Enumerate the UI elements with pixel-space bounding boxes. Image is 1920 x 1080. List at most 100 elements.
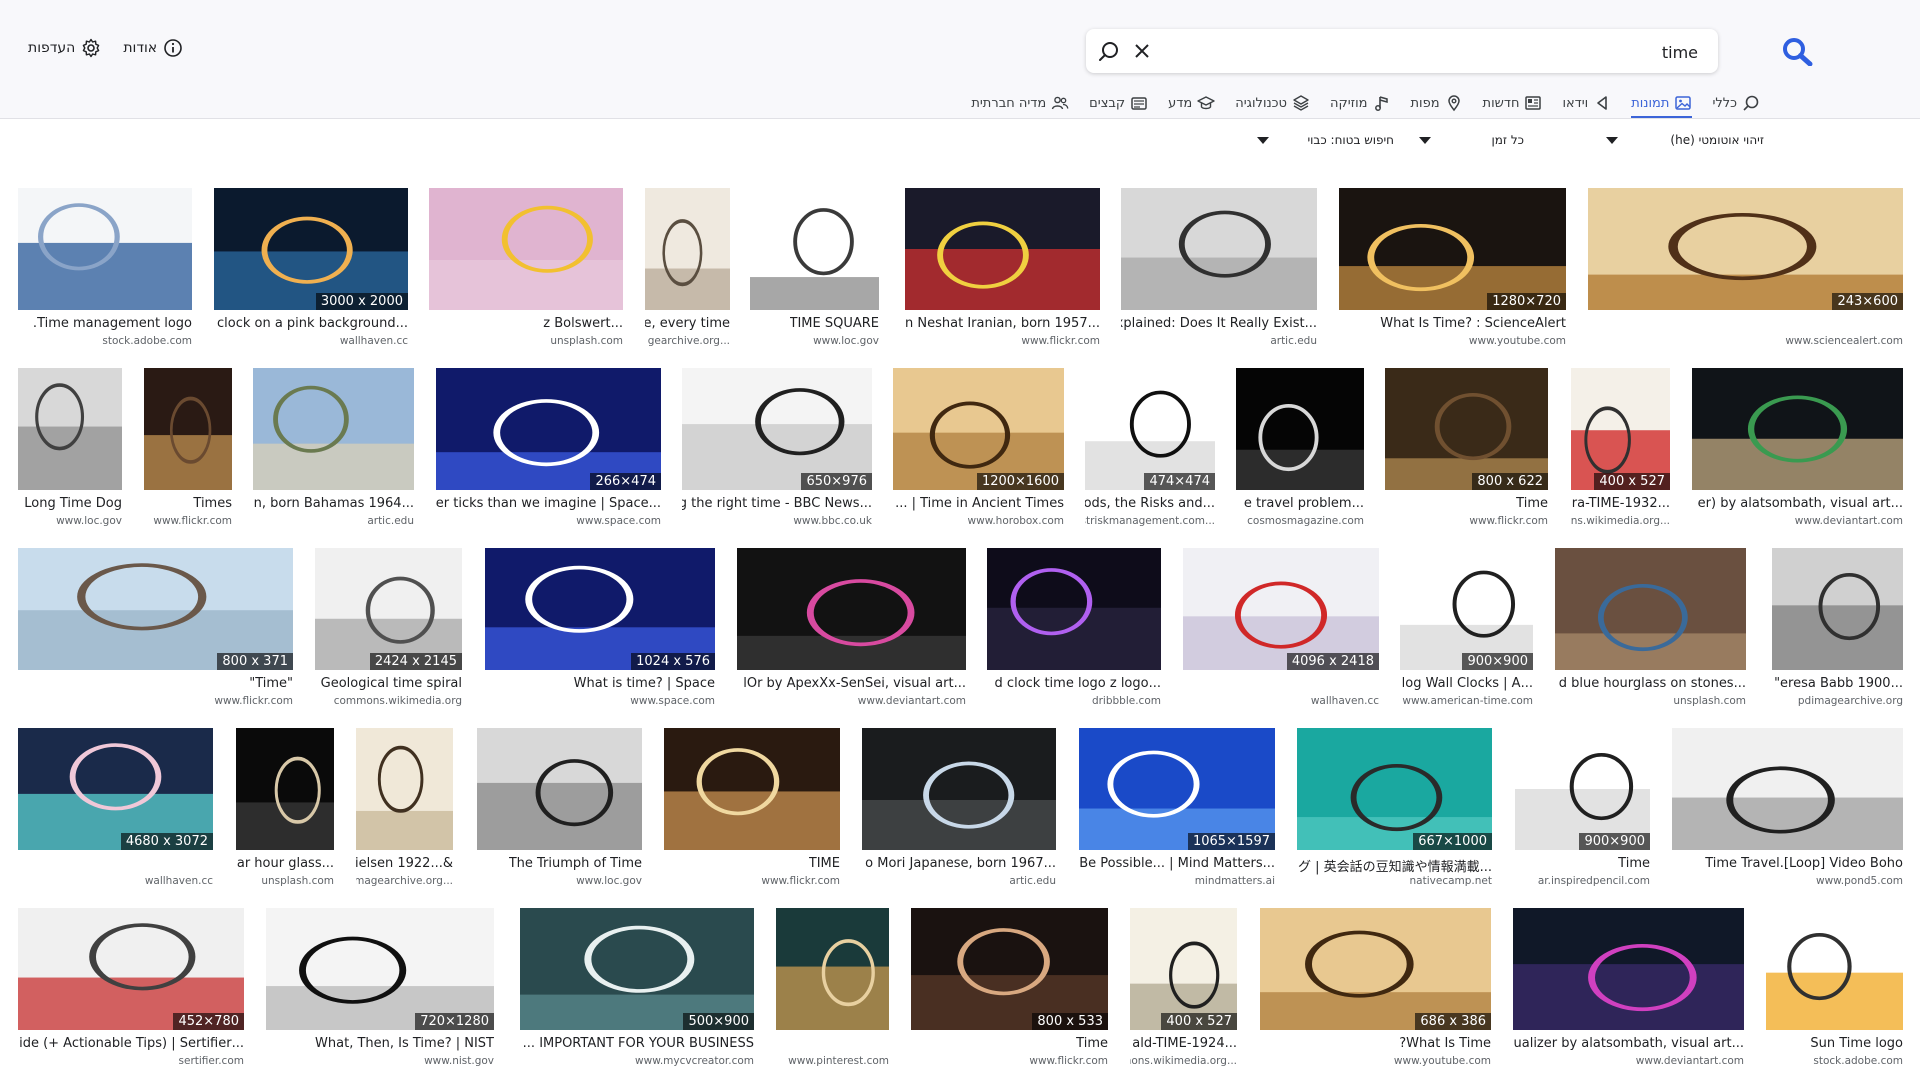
image-result[interactable]: 2424 x 2145 Geological time spiral commons… xyxy=(315,548,462,716)
image-result[interactable]: ...n Neshat Iranian, born 1957 www.flickr… xyxy=(905,188,1100,356)
image-thumbnail[interactable]: 1200×1600 xyxy=(893,368,1064,490)
image-thumbnail[interactable]: 667×1000 xyxy=(1297,728,1492,850)
image-result[interactable]: 800 x 533 Time www.flickr.com xyxy=(911,908,1108,1076)
image-title[interactable]: Times xyxy=(193,496,232,511)
image-thumbnail[interactable] xyxy=(987,548,1161,670)
image-result[interactable]: ...e travel problem cosmosmagazine.com xyxy=(1236,368,1364,536)
image-thumbnail[interactable]: 2424 x 2145 xyxy=(315,548,462,670)
image-result[interactable]: 1280×720 What Is Time? : ScienceAlert www.… xyxy=(1339,188,1566,356)
image-thumbnail[interactable] xyxy=(1236,368,1364,490)
image-thumbnail[interactable]: 500×900 xyxy=(520,908,754,1030)
image-title[interactable]: ...d clock time logo z logo xyxy=(995,676,1161,691)
image-thumbnail[interactable] xyxy=(645,188,730,310)
image-thumbnail[interactable] xyxy=(1555,548,1746,670)
image-thumbnail[interactable]: 452×780 xyxy=(18,908,244,1030)
image-result[interactable]: 400 x 527 ...ra-TIME-1932 ...ons.wikimedia… xyxy=(1571,368,1670,536)
image-title[interactable]: What, Then, Is Time? | NIST xyxy=(315,1036,494,1051)
image-result[interactable]: 1024 x 576 What is time? | Space www.space… xyxy=(485,548,715,716)
image-title[interactable]: Sun Time logo xyxy=(1810,1036,1903,1051)
image-title[interactable]: time, every time ... xyxy=(645,316,730,331)
image-title[interactable]: ...er) by alatsombath, visual art xyxy=(1698,496,1903,511)
image-thumbnail[interactable] xyxy=(737,548,966,670)
image-thumbnail[interactable] xyxy=(1121,188,1317,310)
image-title[interactable]: ...ra-TIME-1932 xyxy=(1572,496,1670,511)
image-thumbnail[interactable] xyxy=(862,728,1056,850)
image-thumbnail[interactable] xyxy=(253,368,414,490)
image-title[interactable]: ...d blue hourglass on stones xyxy=(1559,676,1746,691)
image-thumbnail[interactable] xyxy=(1772,548,1903,670)
image-title[interactable]: ...lOr by ApexXx-SenSei, visual art xyxy=(743,676,966,691)
image-result[interactable]: www.pinterest.com xyxy=(776,908,889,1076)
image-title[interactable]: Time in Ancient Times | ... xyxy=(895,496,1064,511)
image-result[interactable]: 4680 x 3072 wallhaven.cc xyxy=(18,728,213,896)
image-title[interactable]: ...e Explained: Does It Really Exist xyxy=(1121,316,1317,331)
image-result[interactable]: ...e Explained: Does It Really Exist arti… xyxy=(1121,188,1317,356)
image-title[interactable]: ...o Mori Japanese, born 1967 xyxy=(865,856,1056,871)
image-title[interactable]: What Is Time? xyxy=(1399,1036,1491,1051)
image-title[interactable]: ...e travel problem xyxy=(1244,496,1364,511)
image-result[interactable]: 900×900 ...log Wall Clocks | A www.america… xyxy=(1400,548,1533,716)
image-thumbnail[interactable]: 1065×1597 xyxy=(1079,728,1275,850)
image-thumbnail[interactable] xyxy=(750,188,879,310)
image-title[interactable]: ...n, born Bahamas 1964 xyxy=(254,496,414,511)
image-result[interactable]: 900×900 Time ar.inspiredpencil.com xyxy=(1515,728,1650,896)
image-thumbnail[interactable] xyxy=(664,728,840,850)
image-result[interactable]: 3000 x 2000 ...clock on a pink background… xyxy=(214,188,408,356)
image-title[interactable]: The Triumph of Time xyxy=(509,856,642,871)
image-result[interactable]: ...d blue hourglass on stones unsplash.co… xyxy=(1555,548,1746,716)
image-thumbnail[interactable]: 1024 x 576 xyxy=(485,548,715,670)
image-title[interactable]: ...ide (+ Actionable Tips) | Sertifier xyxy=(19,1036,244,1051)
image-thumbnail[interactable]: 4680 x 3072 xyxy=(18,728,213,850)
image-title[interactable]: Time Travel.[Loop] Video Boho xyxy=(1705,856,1903,871)
image-thumbnail[interactable]: 900×900 xyxy=(1515,728,1650,850)
image-result[interactable]: ...z Bolswert unsplash.com xyxy=(429,188,623,356)
image-thumbnail[interactable]: 686 x 386 xyxy=(1260,908,1491,1030)
image-title[interactable]: Geological time spiral xyxy=(321,676,462,691)
image-result[interactable]: 400 x 527 ...ald-TIME-1924 ...mons.wikimed… xyxy=(1130,908,1237,1076)
image-result[interactable]: Time management logo. stock.adobe.com xyxy=(18,188,192,356)
image-thumbnail[interactable] xyxy=(1513,908,1744,1030)
image-thumbnail[interactable] xyxy=(144,368,232,490)
image-title[interactable]: ...clock on a pink background xyxy=(217,316,408,331)
image-title[interactable]: ...ald-TIME-1924 xyxy=(1132,1036,1237,1051)
image-result[interactable]: ...lOr by ApexXx-SenSei, visual art www.d… xyxy=(737,548,966,716)
image-result[interactable]: 243×600 www.sciencealert.com xyxy=(1588,188,1903,356)
image-title[interactable]: Time xyxy=(1516,496,1548,511)
image-title[interactable]: TIME SQUARE xyxy=(790,316,879,331)
image-thumbnail[interactable]: 400 x 527 xyxy=(1571,368,1670,490)
image-result[interactable]: ...n, born Bahamas 1964 artic.edu xyxy=(253,368,414,536)
image-title[interactable]: Time xyxy=(1076,1036,1108,1051)
image-thumbnail[interactable] xyxy=(1672,728,1903,850)
image-title[interactable]: Long Time Dog xyxy=(24,496,122,511)
image-title[interactable]: ...z Bolswert xyxy=(543,316,623,331)
image-title[interactable]: TIME xyxy=(809,856,840,871)
image-result[interactable]: 474×474 ...ods, the Risks and ...striskman… xyxy=(1085,368,1215,536)
image-result[interactable]: Sun Time logo stock.adobe.com xyxy=(1766,908,1903,1076)
image-thumbnail[interactable] xyxy=(18,368,122,490)
image-thumbnail[interactable] xyxy=(1692,368,1903,490)
image-result[interactable]: Time Travel.[Loop] Video Boho www.pond5.c… xyxy=(1672,728,1903,896)
image-title[interactable]: ...log Wall Clocks | A xyxy=(1402,676,1533,691)
image-title[interactable]: Time management logo. xyxy=(33,316,192,331)
image-result[interactable]: ...ualizer by alatsombath, visual art www… xyxy=(1513,908,1744,1076)
image-thumbnail[interactable] xyxy=(18,188,192,310)
image-thumbnail[interactable] xyxy=(429,188,623,310)
image-thumbnail[interactable] xyxy=(776,908,889,1030)
image-result[interactable]: The Triumph of Time www.loc.gov xyxy=(477,728,642,896)
image-thumbnail[interactable] xyxy=(477,728,642,850)
image-title[interactable]: ...n Neshat Iranian, born 1957 xyxy=(905,316,1100,331)
image-title[interactable]: IMPORTANT FOR YOUR BUSINESS ... xyxy=(523,1036,754,1051)
image-title[interactable]: ...g the right time - BBC News xyxy=(682,496,872,511)
image-result[interactable]: 650×976 ...g the right time - BBC News www… xyxy=(682,368,872,536)
image-thumbnail[interactable]: 243×600 xyxy=(1588,188,1903,310)
image-thumbnail[interactable]: 3000 x 2000 xyxy=(214,188,408,310)
image-result[interactable]: 266×474 ...er ticks than we imagine | Spa… xyxy=(436,368,661,536)
image-result[interactable]: ...o Mori Japanese, born 1967 artic.edu xyxy=(862,728,1056,896)
image-thumbnail[interactable]: 800 x 371 xyxy=(18,548,293,670)
image-result[interactable]: time, every time ... ...gearchive.org xyxy=(645,188,730,356)
image-result[interactable]: ...eresa Babb 1900" pdimagearchive.org xyxy=(1772,548,1903,716)
image-thumbnail[interactable]: 266×474 xyxy=(436,368,661,490)
image-result[interactable]: TIME www.flickr.com xyxy=(664,728,840,896)
image-result[interactable]: 500×900 IMPORTANT FOR YOUR BUSINESS ... ww… xyxy=(520,908,754,1076)
image-title[interactable]: ...ualizer by alatsombath, visual art xyxy=(1514,1036,1745,1051)
